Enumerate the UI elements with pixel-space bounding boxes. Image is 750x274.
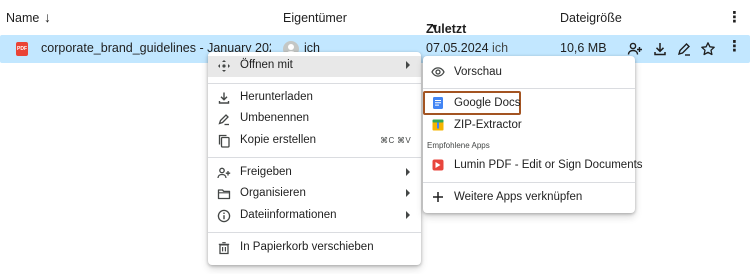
menu-divider: [208, 83, 421, 84]
submenu-item-label: Weitere Apps verknüpfen: [454, 191, 583, 203]
plus-icon: [431, 190, 445, 204]
recommended-apps-caption: Empfohlene Apps: [427, 141, 490, 150]
submenu-item-label: Google Docs: [454, 97, 521, 109]
more-vert-icon[interactable]: ⋮: [727, 39, 743, 55]
menu-item-label: Organisieren: [240, 187, 306, 199]
menu-item-organize[interactable]: Organisieren: [208, 184, 421, 205]
file-list-header: Name ↓ Eigentümer Zuletzt geändert▼ Date…: [0, 0, 750, 50]
submenu-item-lumin-pdf[interactable]: Lumin PDF - Edit or Sign Documents: [423, 155, 643, 176]
edit-icon[interactable]: [676, 41, 692, 57]
submenu-item-google-docs[interactable]: Google Docs: [423, 93, 635, 114]
menu-item-rename[interactable]: Umbenennen: [208, 109, 421, 130]
menu-item-label: In Papierkorb verschieben: [240, 241, 374, 253]
menu-item-label: Freigeben: [240, 166, 292, 178]
menu-divider: [208, 157, 421, 158]
column-header-size[interactable]: Dateigröße: [560, 11, 622, 25]
column-header-owner[interactable]: Eigentümer: [283, 11, 347, 25]
trash-icon: [217, 241, 231, 255]
menu-item-label: Umbenennen: [240, 112, 310, 124]
submenu-item-label: ZIP-Extractor: [454, 119, 522, 131]
file-size: 10,6 MB: [560, 41, 607, 55]
google-docs-icon: [431, 96, 445, 110]
submenu-item-label: Lumin PDF - Edit or Sign Documents: [454, 159, 643, 171]
more-vert-icon[interactable]: ⋮: [727, 8, 742, 26]
menu-item-download[interactable]: Herunterladen: [208, 88, 421, 109]
share-icon: [217, 166, 231, 180]
modified-date: 07.05.2024: [426, 41, 489, 55]
column-header-name[interactable]: Name: [6, 11, 39, 25]
context-menu: Öffnen mit Herunterladen Umbenennen Kopi…: [208, 52, 421, 265]
menu-item-trash[interactable]: In Papierkorb verschieben: [208, 238, 421, 259]
submenu-item-preview[interactable]: Vorschau: [423, 62, 635, 83]
chevron-right-icon: [406, 168, 410, 176]
menu-item-file-info[interactable]: Dateiinformationen: [208, 206, 421, 227]
pdf-file-icon: PDF: [16, 42, 28, 56]
download-icon: [217, 91, 231, 105]
file-modified: 07.05.2024 ich: [426, 41, 508, 55]
menu-divider: [208, 232, 421, 233]
rename-icon: [217, 112, 231, 126]
menu-item-open-with[interactable]: Öffnen mit: [208, 56, 421, 77]
info-icon: [217, 209, 231, 223]
download-icon[interactable]: [652, 41, 668, 57]
menu-item-label: Dateiinformationen: [240, 209, 337, 221]
menu-item-copy[interactable]: Kopie erstellen ⌘C ⌘V: [208, 131, 421, 152]
eye-icon: [431, 65, 445, 79]
zip-extractor-icon: [431, 118, 445, 132]
folder-icon: [217, 187, 231, 201]
menu-item-share[interactable]: Freigeben: [208, 163, 421, 184]
chevron-right-icon: [406, 211, 410, 219]
menu-item-label: Herunterladen: [240, 91, 313, 103]
submenu-item-label: Vorschau: [454, 66, 502, 78]
chevron-right-icon: [406, 61, 410, 69]
modified-by: ich: [492, 41, 509, 55]
star-icon[interactable]: [700, 41, 716, 57]
lumin-pdf-icon: [431, 158, 445, 172]
open-with-icon: [217, 59, 231, 73]
open-with-submenu: Vorschau Google Docs ZIP-Extractor Empfo…: [423, 56, 643, 213]
submenu-item-zip-extractor[interactable]: ZIP-Extractor: [423, 115, 635, 136]
submenu-item-connect-more-apps[interactable]: Weitere Apps verknüpfen: [423, 187, 635, 208]
sort-arrow-icon[interactable]: ↓: [44, 9, 51, 25]
menu-divider: [423, 88, 635, 89]
menu-divider: [423, 182, 635, 183]
keyboard-shortcut: ⌘C ⌘V: [380, 136, 411, 145]
copy-icon: [217, 134, 231, 148]
caret-down-icon: ▼: [430, 22, 439, 32]
chevron-right-icon: [406, 189, 410, 197]
share-icon[interactable]: [627, 41, 643, 57]
menu-item-label: Öffnen mit: [240, 59, 293, 71]
menu-item-label: Kopie erstellen: [240, 134, 317, 146]
